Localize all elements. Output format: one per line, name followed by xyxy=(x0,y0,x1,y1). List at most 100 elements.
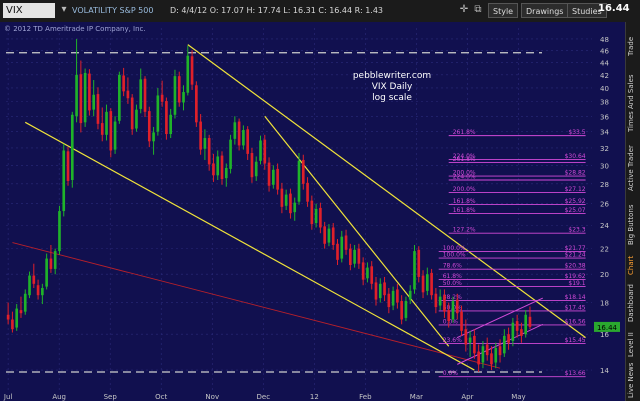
candle-body xyxy=(301,159,305,184)
y-tick-label: 48 xyxy=(600,36,609,44)
tab-trade[interactable]: Trade xyxy=(627,26,639,66)
candle-body xyxy=(425,274,429,291)
price-chart[interactable]: © 2012 TD Ameritrade IP Company, Inc. Ju… xyxy=(0,22,626,401)
candle-body xyxy=(156,95,160,132)
fib-pct-label: 161.8% xyxy=(453,198,476,205)
candle-body xyxy=(229,139,232,169)
candle-body xyxy=(130,97,134,130)
annotation-line-1: pebblewriter.com xyxy=(353,71,431,81)
candle-body xyxy=(126,90,130,99)
candle-body xyxy=(447,310,451,322)
candle-body xyxy=(224,167,228,179)
tab-active-trader[interactable]: Active Trader xyxy=(627,140,639,196)
x-tick-label: Oct xyxy=(155,393,167,401)
candle-body xyxy=(349,248,352,265)
fib-pct-label: 200.0% xyxy=(453,186,476,193)
candle-body xyxy=(524,314,528,335)
fib-value-label: $13.66 xyxy=(565,370,586,377)
fib-pct-label: 61.8% xyxy=(443,273,462,280)
candle-body xyxy=(438,296,442,306)
y-tick-label: 42 xyxy=(600,72,609,80)
tab-dashboard[interactable]: Dashboard xyxy=(627,280,639,326)
candle-body xyxy=(23,293,27,312)
candle-body xyxy=(331,227,335,245)
fib-value-label: $15.45 xyxy=(565,337,586,344)
fib-value-label: $33.5 xyxy=(568,129,585,136)
symbol-selector[interactable]: VIX xyxy=(3,3,55,18)
candle-body xyxy=(79,74,83,124)
candle-body xyxy=(468,337,472,343)
tab-live-news[interactable]: Live News xyxy=(627,363,639,398)
candle-body xyxy=(190,56,194,85)
link-icon[interactable]: ⧉ xyxy=(472,4,484,16)
candle-body xyxy=(173,76,177,115)
candle-body xyxy=(118,74,121,121)
candle-body xyxy=(374,282,378,300)
annotation-line-2: VIX Daily xyxy=(372,82,413,92)
candle-body xyxy=(6,314,10,320)
x-tick-label: Feb xyxy=(359,393,372,401)
candle-body xyxy=(515,321,519,331)
candle-body xyxy=(280,188,284,207)
candle-body xyxy=(387,293,391,308)
crosshair-icon[interactable]: ✛ xyxy=(458,4,470,16)
fib-value-label: $28.82 xyxy=(565,170,586,177)
candle-body xyxy=(383,282,386,296)
candle-body xyxy=(310,200,314,225)
y-tick-label: 20 xyxy=(600,271,609,279)
dropdown-arrow-icon[interactable]: ▾ xyxy=(58,4,70,16)
candle-body xyxy=(272,169,275,185)
candle-body xyxy=(473,335,476,354)
y-tick-label: 46 xyxy=(600,47,609,55)
fib-value-label: $23.3 xyxy=(568,227,585,234)
candle-body xyxy=(246,129,249,154)
candle-body xyxy=(520,329,523,336)
x-tick-label: Dec xyxy=(257,393,271,401)
candle-body xyxy=(143,78,147,112)
drawings-button[interactable]: Drawings xyxy=(521,3,569,18)
x-tick-label: Apr xyxy=(461,393,473,401)
tab-big-buttons[interactable]: Big Buttons xyxy=(627,200,639,250)
candle-body xyxy=(451,301,455,320)
last-price-label: 16.44 xyxy=(597,324,618,332)
fib-value-label: $25.07 xyxy=(565,207,586,214)
candle-body xyxy=(297,160,301,202)
candle-body xyxy=(528,316,532,327)
candle-body xyxy=(378,283,382,299)
candle-body xyxy=(370,266,374,284)
candle-body xyxy=(490,353,493,365)
x-tick-label: Jul xyxy=(3,393,13,401)
candle-body xyxy=(455,299,459,314)
tab-times-and-sales[interactable]: Times And Sales xyxy=(627,70,639,136)
y-tick-label: 32 xyxy=(600,145,609,153)
y-tick-label: 38 xyxy=(600,99,609,107)
candle-body xyxy=(100,123,104,135)
ohlc-readout: D: 4/4/12 O: 17.07 H: 17.74 L: 16.31 C: … xyxy=(170,6,384,15)
last-price-header: 16.44 xyxy=(598,3,630,14)
fib-value-label: $16.56 xyxy=(565,318,586,325)
candle-body xyxy=(477,351,480,365)
copyright-text: © 2012 TD Ameritrade IP Company, Inc. xyxy=(4,25,146,33)
y-tick-label: 18 xyxy=(600,300,609,308)
tab-chart[interactable]: Chart xyxy=(627,254,639,276)
candle-body xyxy=(250,153,254,178)
candle-body xyxy=(139,79,143,109)
y-tick-label: 26 xyxy=(600,201,609,209)
y-tick-label: 30 xyxy=(600,162,609,170)
fib-pct-label: 261.8% xyxy=(453,129,476,136)
tab-level-ii[interactable]: Level II xyxy=(627,330,639,360)
candle-body xyxy=(400,301,403,320)
candle-body xyxy=(242,130,245,146)
candle-body xyxy=(92,94,96,110)
candle-body xyxy=(464,329,468,345)
candle-body xyxy=(396,289,399,303)
style-button[interactable]: Style xyxy=(488,3,519,18)
fib-pct-label: 224.0% xyxy=(453,174,476,181)
fib-pct-label: 127.2% xyxy=(453,227,476,234)
candle-body xyxy=(28,275,31,296)
candle-body xyxy=(58,211,61,252)
candle-body xyxy=(109,111,113,151)
candle-body xyxy=(53,251,57,269)
candle-body xyxy=(498,346,502,356)
candle-body xyxy=(147,111,151,142)
